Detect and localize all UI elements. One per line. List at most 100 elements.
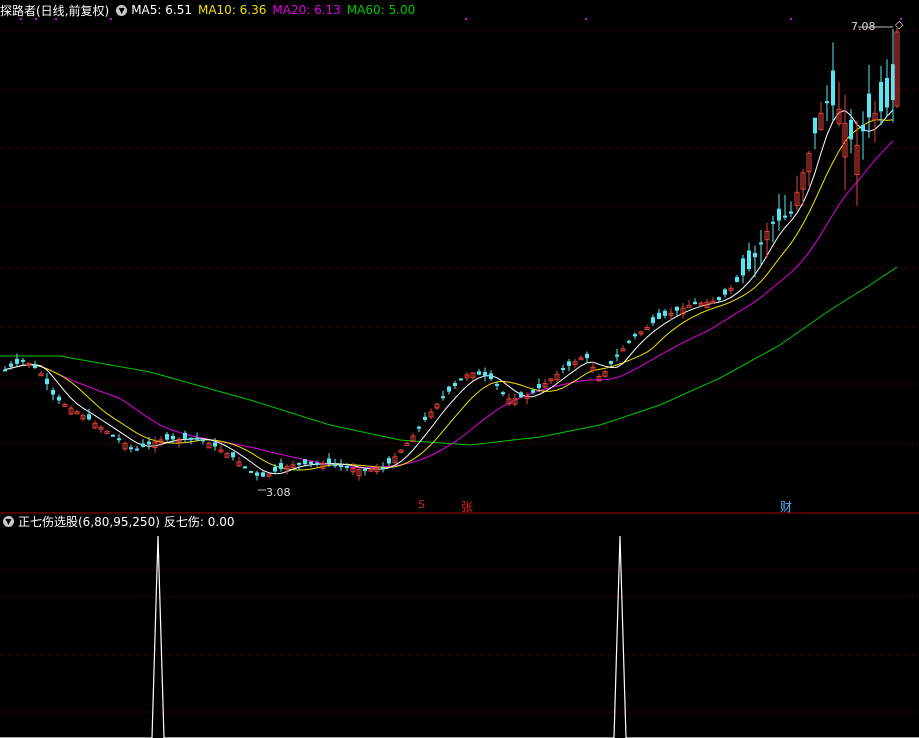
ma60-line <box>0 266 898 446</box>
signal-dot <box>585 18 587 20</box>
candle-body-down <box>741 258 745 276</box>
candle-body-down <box>489 373 493 380</box>
candle-body-down <box>243 466 247 469</box>
candle-body-down <box>45 378 49 385</box>
candle-body-down <box>879 81 883 112</box>
candle-body-down <box>789 211 793 214</box>
ma10-path <box>4 119 894 471</box>
candle-body-down <box>675 306 679 311</box>
signal-dot <box>790 18 792 20</box>
ma5-path <box>4 109 894 475</box>
candle-body-down <box>111 434 115 437</box>
candle-body-down <box>255 472 259 476</box>
candle-body-down <box>381 467 385 470</box>
candle-body-down <box>825 101 829 104</box>
candle-body-down <box>213 442 217 447</box>
candle-body-down <box>813 117 817 134</box>
kline-chart[interactable] <box>0 0 919 738</box>
candle-body-down <box>315 462 319 465</box>
candle-body-down <box>273 466 277 472</box>
candle-body-down <box>345 465 349 468</box>
candle-body-up <box>686 304 692 308</box>
candle-body-down <box>21 359 25 362</box>
candle-body-down <box>339 465 343 468</box>
candle-body-down <box>609 360 613 365</box>
ma10-line <box>4 119 894 471</box>
candle-body-down <box>141 443 145 447</box>
ma20-path <box>4 140 894 469</box>
candle-body-down <box>57 396 61 401</box>
candle-body-down <box>483 372 487 377</box>
ma5-legend: MA5: 6.51 <box>131 3 192 17</box>
sell-marker[interactable]: S <box>418 498 425 511</box>
candle-body-down <box>453 383 457 386</box>
candle-body-down <box>201 439 205 442</box>
candle-body-down <box>849 119 853 140</box>
candle-body-down <box>477 371 481 375</box>
candle-body-down <box>459 378 463 381</box>
candle-body-down <box>447 386 451 392</box>
candle-body-down <box>633 334 637 337</box>
candle-body-down <box>753 253 757 258</box>
stock-title[interactable]: 探路者(日线,前复权) <box>0 2 109 19</box>
low-price-label: 3.08 <box>266 486 291 499</box>
candle-body-down <box>417 426 421 429</box>
candle-body-down <box>747 250 751 270</box>
candle-body-down <box>129 447 133 450</box>
candle-body-down <box>171 435 175 440</box>
high-price-label: 7.08 <box>851 20 876 33</box>
candle-body-down <box>3 369 7 372</box>
candle-body-down <box>861 125 865 132</box>
candle-body-down <box>165 433 169 440</box>
main-chart-header: 探路者(日线,前复权) ▼ MA5: 6.51 MA10: 6.36 MA20:… <box>0 1 421 19</box>
candle-body-down <box>831 70 835 106</box>
candle-body-down <box>261 472 265 477</box>
chevron-down-icon[interactable]: ▼ <box>116 4 128 16</box>
cai-marker[interactable]: 财 <box>780 498 792 515</box>
candlesticks <box>3 26 900 491</box>
candle-body-down <box>501 392 505 395</box>
diamond-icon: ◇ <box>895 18 904 31</box>
candle-body-down <box>135 448 139 451</box>
zhang-marker[interactable]: 张 <box>461 498 473 515</box>
candle-body-down <box>189 437 193 440</box>
candle-body-down <box>279 463 283 469</box>
indicator-header: ▼ 正七伤选股(6,80,95,250) 反七伤: 0.00 <box>0 512 240 530</box>
candle-body-down <box>867 93 871 118</box>
candle-body-down <box>585 353 589 359</box>
chevron-down-icon[interactable]: ▼ <box>3 515 14 527</box>
candle-body-down <box>327 458 331 464</box>
candle-body-down <box>651 317 655 324</box>
candle-body-down <box>87 414 91 420</box>
candle-body-down <box>333 464 337 467</box>
candle-body-down <box>627 340 631 343</box>
candle-body-down <box>309 461 313 464</box>
candle-body-down <box>657 312 661 319</box>
candle-body-down <box>531 390 535 393</box>
ma20-legend: MA20: 6.13 <box>272 3 341 17</box>
candle-body-down <box>51 389 55 395</box>
ma10-legend: MA10: 6.36 <box>197 3 267 17</box>
candle-body-down <box>783 215 787 218</box>
candle-body-down <box>297 462 301 465</box>
candle-body-down <box>495 383 499 386</box>
candle-body-down <box>249 470 253 473</box>
candle-body-down <box>9 363 13 367</box>
candle-body-down <box>33 364 37 368</box>
candle-body-down <box>519 392 523 398</box>
candle-body-down <box>777 208 781 221</box>
ma5-line <box>4 109 894 475</box>
candle-body-down <box>117 438 121 441</box>
signal-dot <box>465 18 467 20</box>
candle-body-down <box>147 441 151 445</box>
candle-body-down <box>183 432 187 439</box>
candle-body-down <box>693 301 697 305</box>
candle-body-down <box>387 458 391 464</box>
candle-body-down <box>303 459 307 465</box>
ma20-line <box>4 140 894 469</box>
candle-body-down <box>615 354 619 357</box>
candle-body-down <box>441 396 445 399</box>
candle-body-down <box>735 276 739 282</box>
indicator-title[interactable]: 正七伤选股(6,80,95,250) <box>18 513 160 530</box>
candle-body-down <box>231 452 235 458</box>
